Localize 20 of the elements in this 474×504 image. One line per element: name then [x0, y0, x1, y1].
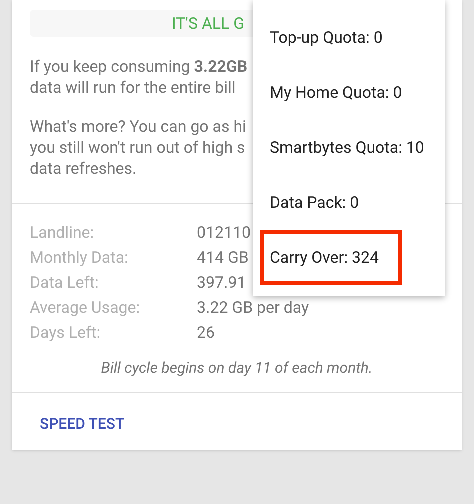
menu-item[interactable]: Top-up Quota: 0	[253, 10, 445, 65]
info-paragraph: What's more? You can go as hi you still won't run out of high s data refreshes.	[30, 116, 246, 179]
menu-item[interactable]: My Home Quota: 0	[253, 65, 445, 120]
status-text: IT'S ALL G	[172, 12, 244, 34]
detail-label: Landline:	[30, 222, 96, 244]
detail-value: 012110	[197, 222, 251, 244]
detail-label: Data Left:	[30, 272, 100, 294]
detail-value: 26	[197, 322, 215, 344]
info-paragraph: If you keep consuming 3.22GB data will run for the entire bill	[30, 56, 248, 98]
detail-value: 397.91	[197, 272, 246, 294]
menu-item[interactable]: Data Pack: 0	[253, 175, 445, 230]
speed-test-button[interactable]: SPEED TEST	[30, 410, 135, 437]
detail-label: Days Left:	[30, 322, 102, 344]
menu-item[interactable]: Carry Over: 324	[260, 230, 402, 285]
detail-value: 414 GB	[197, 246, 249, 268]
detail-value: 3.22 GB per day	[197, 296, 310, 318]
menu-item[interactable]: Smartbytes Quota: 10	[253, 120, 445, 175]
detail-label: Average Usage:	[30, 296, 142, 318]
bill-cycle-note: Bill cycle begins on day 11 of each month.	[101, 358, 373, 379]
detail-label: Monthly Data:	[30, 246, 130, 268]
